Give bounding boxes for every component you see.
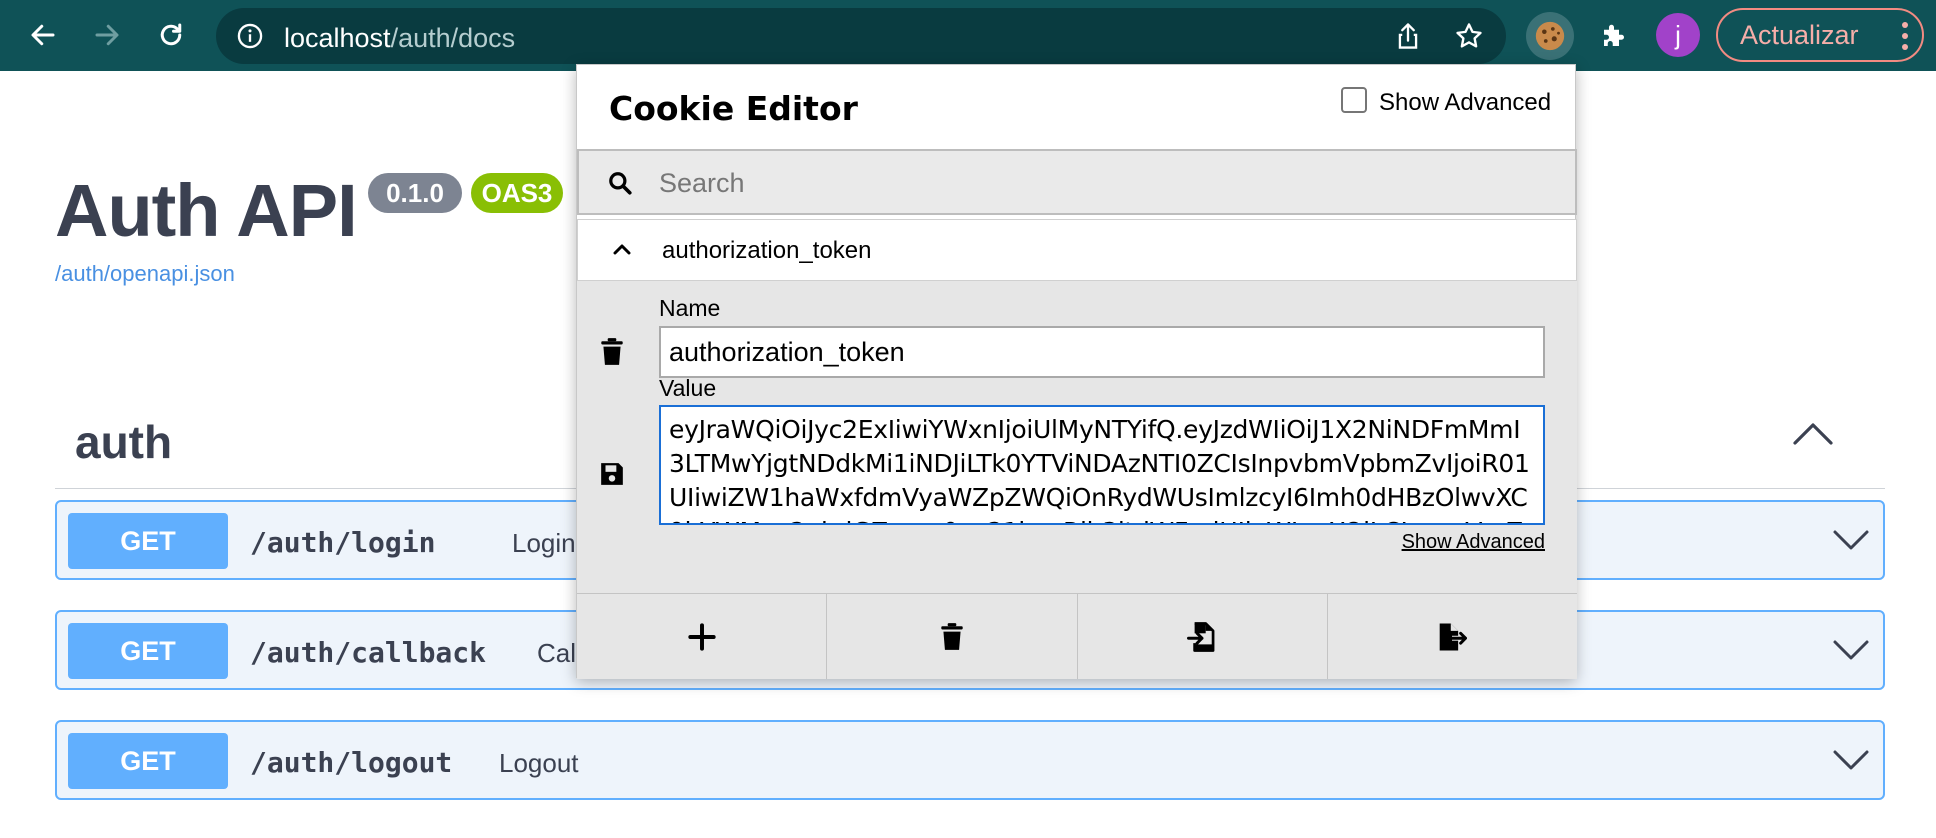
avatar-letter: j (1675, 19, 1681, 50)
profile-avatar[interactable]: j (1656, 13, 1700, 57)
file-import-icon (1187, 621, 1215, 652)
cookie-value-field[interactable]: eyJraWQiOiJyc2ExIiwiYWxnIjoiUlMyNTYifQ.e… (659, 405, 1545, 525)
cookie-row-header[interactable]: authorization_token (577, 219, 1577, 281)
search-input[interactable] (657, 163, 1537, 203)
arrow-right-icon (95, 24, 119, 46)
cookie-details: Name authorization_token Value eyJraWQiO… (577, 281, 1577, 593)
show-advanced-link[interactable]: Show Advanced (1402, 531, 1545, 554)
operation-path: /auth/callback (250, 636, 487, 669)
save-icon[interactable] (599, 461, 625, 492)
chevron-down-icon[interactable] (1831, 746, 1871, 779)
operation-path: /auth/login (250, 526, 436, 559)
share-icon[interactable] (1394, 21, 1422, 56)
update-button[interactable]: Actualizar (1716, 8, 1924, 62)
operation-logout[interactable]: GET /auth/logout Logout (55, 720, 1885, 800)
forward-button[interactable] (84, 12, 130, 58)
cookie-editor-extension-button[interactable] (1526, 12, 1574, 60)
puzzle-icon (1604, 24, 1624, 46)
search-bar (577, 149, 1577, 215)
value-label: Value (659, 375, 717, 401)
tag-section-title[interactable]: auth (75, 415, 172, 469)
show-advanced-checkbox[interactable] (1341, 87, 1367, 113)
cookie-name: authorization_token (662, 237, 872, 264)
file-export-icon (1440, 622, 1468, 651)
cookie-editor-popup: Cookie Editor Show Advanced authorizatio… (576, 64, 1577, 679)
reload-button[interactable] (148, 12, 194, 58)
export-button[interactable] (1328, 594, 1577, 679)
openapi-json-link[interactable]: /auth/openapi.json (55, 261, 235, 287)
chevron-up-icon[interactable] (612, 242, 632, 261)
url-text: localhost/auth/docs (284, 23, 515, 54)
action-bar (577, 593, 1577, 679)
method-badge: GET (68, 513, 228, 569)
trash-icon[interactable] (599, 337, 625, 372)
address-bar[interactable]: localhost/auth/docs (216, 8, 1506, 64)
show-advanced-label[interactable]: Show Advanced (1379, 89, 1551, 117)
arrow-left-icon (31, 24, 55, 46)
bookmark-star-icon[interactable] (1454, 21, 1484, 56)
extensions-button[interactable] (1590, 12, 1638, 60)
method-badge: GET (68, 623, 228, 679)
reload-icon (160, 23, 182, 46)
oas-badge: OAS3 (471, 173, 563, 213)
operation-path: /auth/logout (250, 746, 453, 779)
search-icon (607, 170, 633, 201)
popup-title: Cookie Editor (609, 89, 858, 128)
url-path: /auth/docs (390, 23, 516, 53)
plus-icon (687, 622, 716, 651)
version-badge: 0.1.0 (368, 173, 462, 213)
back-button[interactable] (20, 12, 66, 58)
add-cookie-button[interactable] (577, 594, 828, 679)
trash-icon (941, 622, 963, 650)
browser-toolbar: localhost/auth/docs j Actualizar (0, 0, 1936, 71)
page-title: Auth API (55, 169, 358, 252)
update-label: Actualizar (1740, 19, 1859, 50)
method-badge: GET (68, 733, 228, 789)
url-host: localhost (284, 23, 391, 53)
site-info-icon[interactable] (236, 22, 264, 55)
cookie-name-field[interactable]: authorization_token (659, 326, 1545, 378)
chevron-down-icon[interactable] (1831, 636, 1871, 669)
import-button[interactable] (1078, 594, 1328, 679)
cookie-icon (1535, 21, 1565, 51)
operation-summary: Login (512, 528, 576, 558)
chevron-up-icon[interactable] (1790, 418, 1836, 453)
kebab-menu-icon[interactable] (1900, 20, 1910, 59)
chevron-down-icon[interactable] (1831, 526, 1871, 559)
name-label: Name (659, 295, 721, 321)
delete-all-button[interactable] (827, 594, 1078, 679)
operation-summary: Logout (499, 748, 579, 778)
